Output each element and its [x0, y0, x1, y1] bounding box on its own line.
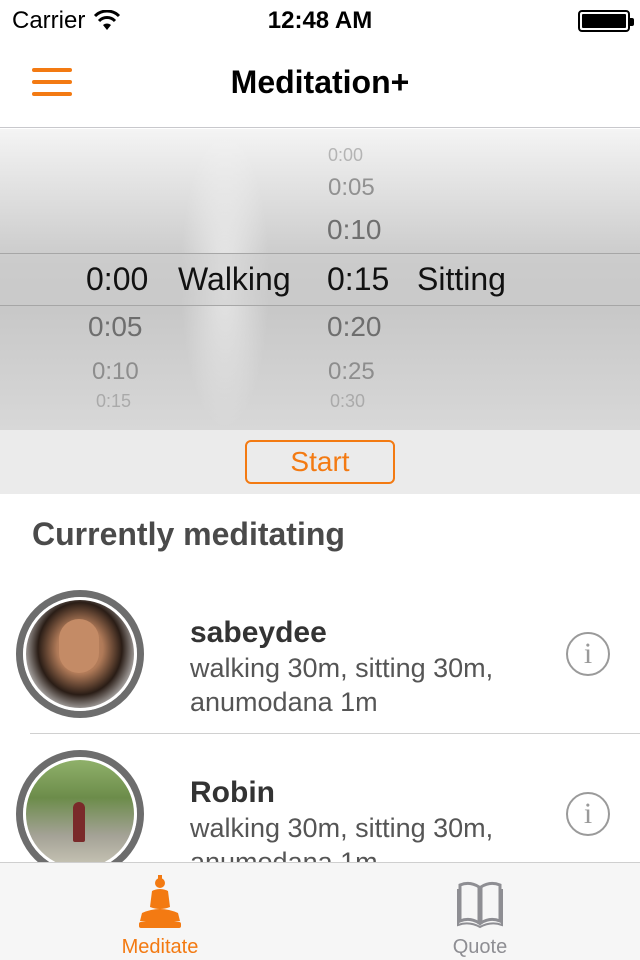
sitting-option[interactable]: 0:10 — [327, 214, 382, 246]
avatar — [16, 590, 144, 718]
start-area: Start — [0, 430, 640, 494]
sitting-option[interactable]: 0:20 — [327, 311, 382, 343]
section-title: Currently meditating — [32, 516, 345, 552]
tab-quote[interactable]: Quote — [320, 863, 640, 960]
info-icon[interactable]: i — [566, 632, 610, 676]
start-button[interactable]: Start — [245, 440, 395, 484]
tab-label: Quote — [452, 936, 508, 958]
sitting-label: Sitting — [417, 261, 506, 297]
status-bar: Carrier 12:48 AM — [0, 0, 640, 40]
book-icon — [457, 881, 503, 929]
avatar — [16, 750, 144, 878]
info-icon[interactable]: i — [566, 792, 610, 836]
sitting-selected-value[interactable]: 0:15 — [327, 261, 389, 298]
walking-label: Walking — [178, 261, 291, 297]
sitting-option[interactable]: 0:30 — [330, 391, 365, 412]
status-time: 12:48 AM — [267, 7, 373, 34]
meditator-name: sabeydee — [190, 616, 327, 649]
walking-selected-value[interactable]: 0:00 — [86, 261, 148, 298]
duration-picker[interactable]: 0:00 Walking 0:05 0:10 0:15 0:00 0:05 0:… — [0, 129, 640, 430]
walking-option[interactable]: 0:05 — [88, 311, 143, 343]
list-item[interactable]: sabeydee walking 30m, sitting 30m, anumo… — [0, 574, 640, 734]
walking-option[interactable]: 0:15 — [96, 391, 131, 412]
sitting-option[interactable]: 0:05 — [328, 174, 375, 202]
buddha-icon — [139, 875, 181, 928]
tab-bar: Meditate Quote — [0, 862, 640, 960]
page-title: Meditation+ — [230, 64, 410, 100]
sitting-option[interactable]: 0:00 — [328, 145, 363, 166]
sitting-option[interactable]: 0:25 — [328, 358, 375, 386]
tab-meditate[interactable]: Meditate — [0, 863, 320, 960]
meditator-name: Robin — [190, 776, 275, 809]
nav-bar: Meditation+ — [0, 40, 640, 128]
battery-icon — [578, 10, 634, 32]
tab-label: Meditate — [121, 936, 199, 958]
walking-option[interactable]: 0:10 — [92, 358, 139, 386]
meditator-detail: walking 30m, sitting 30m, anumodana 1m — [190, 653, 494, 717]
